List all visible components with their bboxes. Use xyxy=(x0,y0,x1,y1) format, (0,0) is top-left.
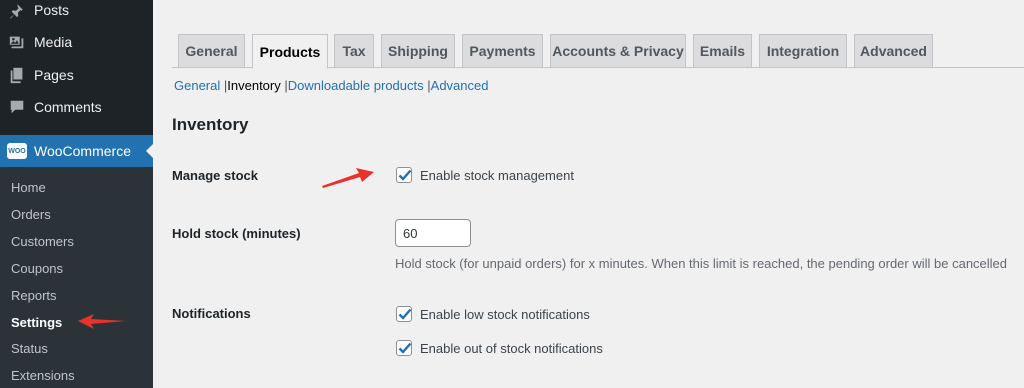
checkmark-icon xyxy=(398,308,412,320)
manage-stock-option[interactable]: Enable stock management xyxy=(396,167,574,183)
submenu-orders[interactable]: Orders xyxy=(11,207,51,222)
out-of-stock-checkbox[interactable] xyxy=(396,340,412,356)
section-title: Inventory xyxy=(172,115,249,134)
section-link-inventory[interactable]: Inventory xyxy=(227,78,280,93)
submenu-status[interactable]: Status xyxy=(11,341,48,356)
low-stock-checkbox-label: Enable low stock notifications xyxy=(420,306,590,322)
submenu-reports[interactable]: Reports xyxy=(11,288,57,303)
menu-label-pages: Pages xyxy=(34,67,74,83)
hold-stock-label: Hold stock (minutes) xyxy=(172,226,301,241)
manage-stock-label: Manage stock xyxy=(172,168,258,183)
tab-payments[interactable]: Payments xyxy=(462,34,543,68)
tab-advanced[interactable]: Advanced xyxy=(854,34,933,68)
media-icon xyxy=(7,32,27,52)
menu-item-comments[interactable]: Comments xyxy=(0,92,153,122)
menu-item-media[interactable]: Media xyxy=(0,27,153,57)
menu-item-pages[interactable]: Pages xyxy=(0,60,153,90)
submenu-customers[interactable]: Customers xyxy=(11,234,74,249)
checkmark-icon xyxy=(398,169,412,181)
annotation-arrow-settings xyxy=(78,314,126,329)
menu-label-woocommerce: WooCommerce xyxy=(34,143,131,159)
section-link-general[interactable]: General xyxy=(174,78,220,93)
tab-shipping[interactable]: Shipping xyxy=(381,34,455,68)
checkmark-icon xyxy=(398,342,412,354)
settings-main: General Products Tax Shipping Payments A… xyxy=(153,0,1024,388)
menu-label-comments: Comments xyxy=(34,99,102,115)
tab-integration[interactable]: Integration xyxy=(759,34,847,68)
section-links: General |Inventory |Downloadable product… xyxy=(174,78,488,93)
out-of-stock-checkbox-label: Enable out of stock notifications xyxy=(420,340,603,356)
comment-icon xyxy=(7,97,27,117)
submenu-settings[interactable]: Settings xyxy=(11,315,62,330)
submenu-extensions[interactable]: Extensions xyxy=(11,368,75,383)
tab-accounts-privacy[interactable]: Accounts & Privacy xyxy=(550,34,686,68)
tab-tax[interactable]: Tax xyxy=(334,34,374,68)
manage-stock-checkbox[interactable] xyxy=(396,167,412,183)
menu-label-media: Media xyxy=(34,34,73,50)
annotation-arrow-manage-stock xyxy=(322,168,374,188)
tab-products[interactable]: Products xyxy=(252,34,328,69)
pin-icon xyxy=(7,0,27,20)
section-link-advanced[interactable]: Advanced xyxy=(431,78,489,93)
woocommerce-logo-icon: WOO xyxy=(7,143,27,159)
woocommerce-submenu: Home Orders Customers Coupons Reports Se… xyxy=(0,167,153,388)
pages-icon xyxy=(7,65,27,85)
menu-item-woocommerce[interactable]: WOO WooCommerce xyxy=(0,135,154,167)
out-of-stock-option[interactable]: Enable out of stock notifications xyxy=(396,340,603,356)
menu-item-posts[interactable]: Posts xyxy=(0,0,153,25)
submenu-coupons[interactable]: Coupons xyxy=(11,261,63,276)
low-stock-checkbox[interactable] xyxy=(396,306,412,322)
tab-general[interactable]: General xyxy=(178,34,245,68)
manage-stock-checkbox-label: Enable stock management xyxy=(420,167,574,183)
menu-label-posts: Posts xyxy=(34,2,70,18)
low-stock-option[interactable]: Enable low stock notifications xyxy=(396,306,590,322)
tab-emails[interactable]: Emails xyxy=(693,34,752,68)
hold-stock-description: Hold stock (for unpaid orders) for x min… xyxy=(395,256,1008,271)
submenu-home[interactable]: Home xyxy=(11,180,46,195)
section-link-downloadable-products[interactable]: Downloadable products xyxy=(288,78,424,93)
hold-stock-input[interactable] xyxy=(395,219,471,247)
notifications-label: Notifications xyxy=(172,306,251,321)
